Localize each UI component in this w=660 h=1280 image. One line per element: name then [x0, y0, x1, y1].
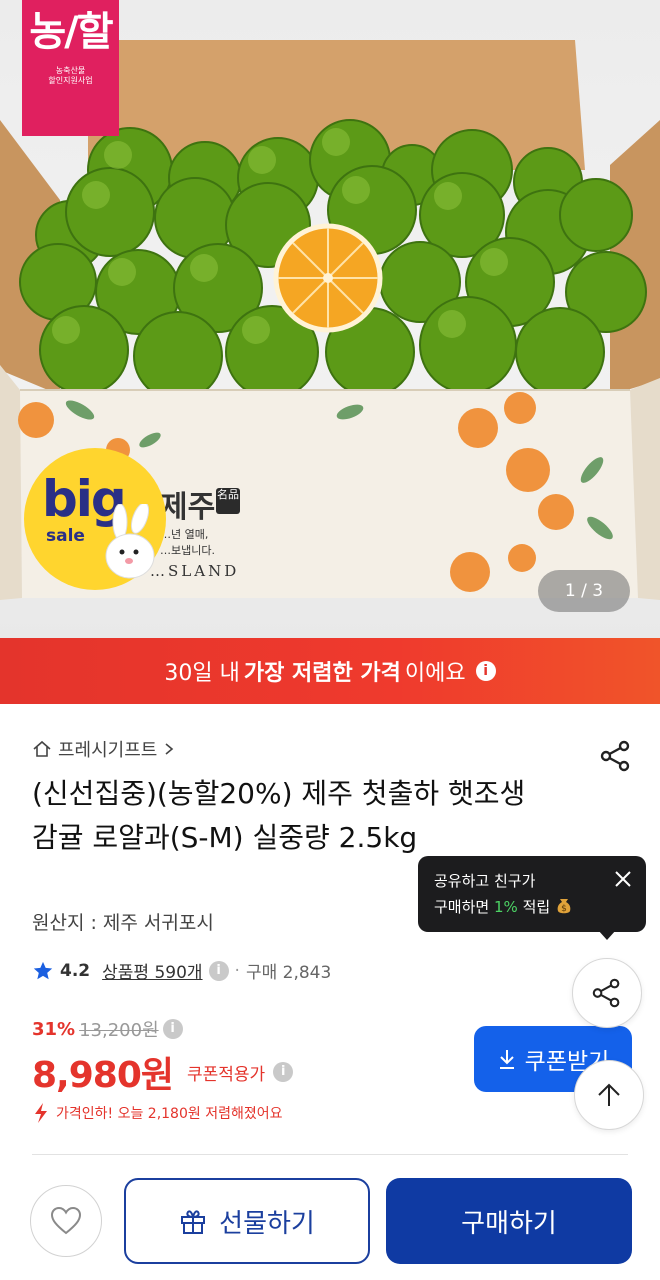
tooltip-line-1: 공유하고 친구가	[434, 872, 536, 890]
buy-button[interactable]: 구매하기	[386, 1178, 632, 1264]
rabbit-icon	[105, 504, 155, 579]
review-link[interactable]: 상품평 590개	[102, 958, 202, 983]
discount-percent: 31%	[32, 1018, 76, 1040]
buy-button-label: 구매하기	[461, 1208, 557, 1239]
badge-main-text: 농/할	[29, 9, 113, 55]
box-brand-text: 제주	[160, 490, 216, 525]
home-icon	[33, 740, 51, 757]
sale-price: 8,980원	[32, 1055, 174, 1096]
price-drop-text: 가격인하! 오늘 2,180원 저렴해졌어요	[56, 1106, 283, 1122]
share-icon[interactable]	[598, 738, 634, 774]
banner-suffix: 이에요	[404, 661, 466, 686]
tooltip-percent: 1%	[493, 898, 518, 916]
download-icon	[499, 1050, 514, 1069]
box-island-text: …SLAND	[150, 562, 240, 580]
lowest-price-banner: 30일 내 가장 저렴한 가격 이에요 i	[0, 638, 660, 704]
price-drop-notice: 가격인하! 오늘 2,180원 저렴해졌어요	[32, 1102, 282, 1124]
coin-icon: $	[557, 899, 571, 914]
gift-button[interactable]: 선물하기	[124, 1178, 370, 1264]
discount-row: 31% 13,200원 i	[32, 1016, 183, 1042]
original-price: 13,200원	[79, 1020, 159, 1041]
big-sale-subtitle: sale	[46, 526, 85, 546]
breadcrumb-store[interactable]: 프레시기프트	[58, 736, 157, 762]
banner-prefix: 30일 내	[164, 661, 240, 686]
star-icon	[33, 961, 53, 979]
rating-row: 4.2 상품평 590개 i · 구매 2,843	[32, 958, 331, 983]
tooltip-line-2-prefix: 구매하면	[434, 898, 490, 916]
wishlist-button[interactable]	[30, 1185, 102, 1257]
banner-emphasis: 가장 저렴한 가격	[243, 661, 401, 686]
rating-score: 4.2	[60, 960, 91, 981]
info-icon[interactable]: i	[273, 1062, 294, 1082]
separator-dot: ·	[234, 960, 240, 981]
share-reward-tooltip: 공유하고 친구가 구매하면 1% 적립 $	[418, 856, 646, 932]
divider	[32, 1154, 628, 1155]
box-line-2: …보냅니다.	[160, 544, 215, 557]
gift-icon	[181, 1210, 206, 1234]
floating-share-button[interactable]	[572, 958, 642, 1028]
share-icon	[592, 978, 620, 1008]
breadcrumb[interactable]: 프레시기프트	[32, 736, 175, 762]
info-icon[interactable]: i	[475, 661, 496, 681]
product-image-carousel[interactable]: 농/할 농축산물 할인지원사업 제주 名品 …년 열매, …보냅니다. …SLA…	[0, 0, 660, 638]
product-title: (신선집중)(농할20%) 제주 첫출하 햇조생 감귤 로얄과(S-M) 실중량…	[32, 777, 526, 854]
discount-program-badge: 농/할 농축산물 할인지원사업	[22, 0, 119, 136]
tooltip-line-2-suffix: 적립	[522, 898, 551, 916]
close-icon[interactable]	[614, 870, 632, 888]
sales-count: 구매 2,843	[245, 963, 332, 983]
box-line-1: …년 열매,	[160, 528, 209, 541]
coupon-price-label: 쿠폰적용가	[187, 1064, 266, 1085]
info-icon[interactable]: i	[162, 1019, 183, 1039]
big-sale-sticker: big sale	[24, 448, 166, 590]
badge-sub-text: 농축산물 할인지원사업	[48, 66, 93, 85]
box-stamp: 名品	[216, 488, 240, 514]
price-row: 8,980원 쿠폰적용가 i	[32, 1046, 294, 1098]
tooltip-arrow	[598, 930, 616, 940]
image-counter: 1 / 3	[538, 570, 630, 612]
svg-text:$: $	[561, 904, 567, 914]
tooltip-line-2: 구매하면 1% 적립 $	[434, 894, 630, 920]
lightning-icon	[35, 1103, 47, 1123]
heart-icon	[50, 1206, 82, 1235]
product-origin: 원산지 : 제주 서귀포시	[32, 912, 214, 934]
arrow-up-icon	[598, 1083, 620, 1106]
gift-button-label: 선물하기	[219, 1208, 315, 1239]
info-icon[interactable]: i	[208, 960, 229, 981]
scroll-to-top-button[interactable]	[574, 1060, 644, 1130]
chevron-right-icon	[165, 743, 174, 755]
